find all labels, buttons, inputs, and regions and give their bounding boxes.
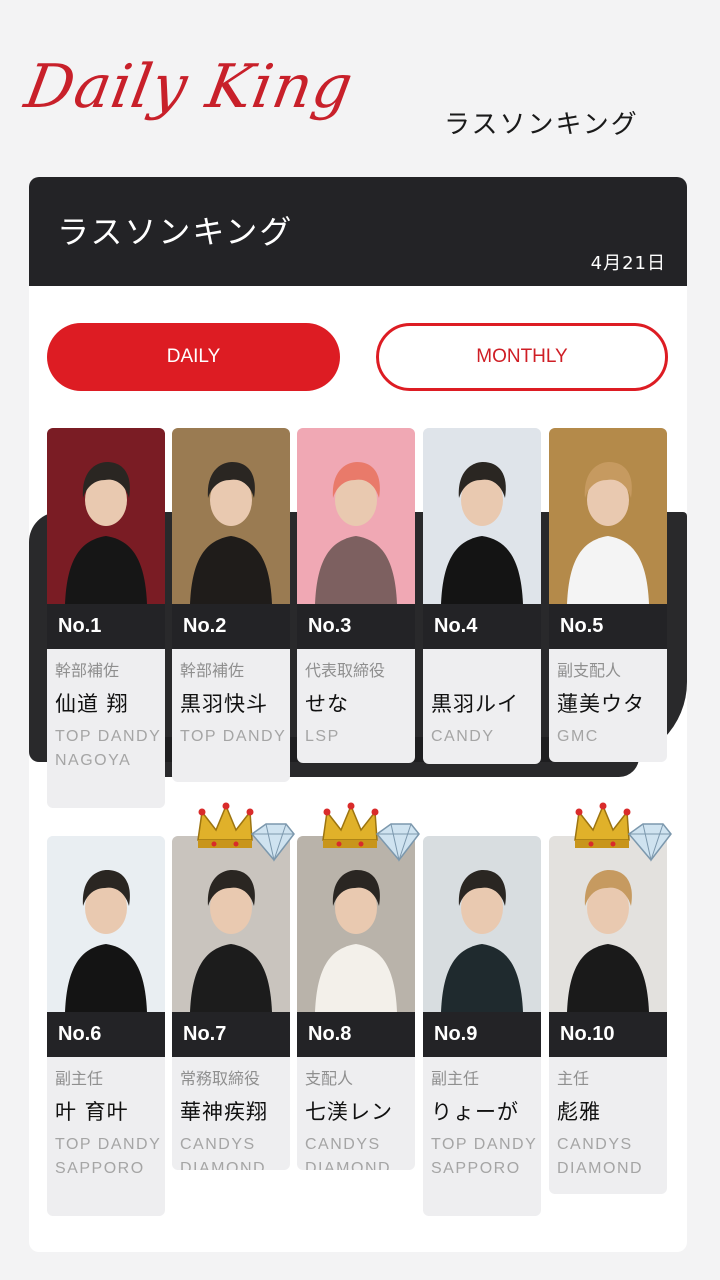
host-role: 幹部補佐 <box>180 661 245 680</box>
ranking-card[interactable]: No.5 副支配人蓮美ウタ GMC <box>549 428 667 762</box>
ranking-card[interactable]: No.10 主任彪雅 CANDYS DIAMOND <box>549 836 667 1194</box>
store-name: TOP DANDY SAPPORO <box>55 1136 161 1177</box>
ranking-card[interactable]: No.2 幹部補佐黒羽快斗 TOP DANDY <box>172 428 290 782</box>
host-name: 仙道 翔 <box>55 692 129 716</box>
host-name: 七渼レン <box>305 1100 393 1124</box>
host-role: 幹部補佐 <box>55 661 120 680</box>
ranking-card[interactable]: No.8 支配人七渼レン CANDYS DIAMOND <box>297 836 415 1170</box>
host-photo[interactable] <box>47 428 165 604</box>
host-role: 副主任 <box>55 1069 104 1088</box>
panel-title: ラスソンキング <box>57 213 294 251</box>
rank-label: No.8 <box>297 1012 415 1057</box>
host-photo[interactable] <box>423 428 541 604</box>
rank-label: No.7 <box>172 1012 290 1057</box>
store-name: CANDYS DIAMOND <box>305 1136 392 1170</box>
rank-label: No.4 <box>423 604 541 649</box>
crown-diamond-icon <box>569 800 673 864</box>
host-name: 華神疾翔 <box>180 1100 268 1124</box>
host-name: 叶 育叶 <box>55 1100 129 1124</box>
store-name: CANDY <box>431 728 495 745</box>
ranking-card[interactable]: No.6 副主任叶 育叶 TOP DANDY SAPPORO <box>47 836 165 1216</box>
host-role: 主任 <box>557 1069 590 1088</box>
header-subtitle: ラスソンキング <box>444 110 639 140</box>
ranking-card[interactable]: No.7 常務取締役華神疾翔 CANDYS DIAMOND <box>172 836 290 1170</box>
host-name: 蓮美ウタ <box>557 692 645 716</box>
daily-king-logo: Daily King <box>19 52 359 122</box>
crown-diamond-icon <box>192 800 296 864</box>
ranking-card[interactable]: No.1 幹部補佐仙道 翔 TOP DANDY NAGOYA <box>47 428 165 808</box>
host-role: 支配人 <box>305 1069 354 1088</box>
ranking-card[interactable]: No.3 代表取締役せな LSP <box>297 428 415 763</box>
host-role: 常務取締役 <box>180 1069 261 1088</box>
host-photo[interactable] <box>549 428 667 604</box>
rank-label: No.5 <box>549 604 667 649</box>
host-name: りょーが <box>431 1100 519 1124</box>
host-name: せな <box>305 692 349 716</box>
store-name: CANDYS DIAMOND <box>557 1136 644 1177</box>
rank-label: No.9 <box>423 1012 541 1057</box>
rank-label: No.3 <box>297 604 415 649</box>
tab-monthly[interactable]: MONTHLY <box>376 323 668 391</box>
ranking-date: 4月21日 <box>590 253 666 274</box>
host-photo[interactable] <box>423 836 541 1012</box>
store-name: TOP DANDY SAPPORO <box>431 1136 537 1177</box>
ranking-card[interactable]: No.4 黒羽ルイ CANDY <box>423 428 541 764</box>
store-name: TOP DANDY <box>180 728 287 745</box>
host-role: 代表取締役 <box>305 661 386 680</box>
rank-label: No.6 <box>47 1012 165 1057</box>
host-name: 黒羽ルイ <box>431 692 519 716</box>
store-name: LSP <box>305 728 340 745</box>
panel-header: ラスソンキング 4月21日 <box>29 177 687 286</box>
ranking-card[interactable]: No.9 副主任りょーが TOP DANDY SAPPORO <box>423 836 541 1216</box>
host-role: 副支配人 <box>557 661 622 680</box>
host-role: 副主任 <box>431 1069 480 1088</box>
store-name: TOP DANDY NAGOYA <box>55 728 161 769</box>
ranking-panel: ラスソンキング 4月21日 DAILY MONTHLY No.1 幹部補佐仙道 翔… <box>29 177 687 1252</box>
host-photo[interactable] <box>47 836 165 1012</box>
rank-label: No.10 <box>549 1012 667 1057</box>
rank-label: No.1 <box>47 604 165 649</box>
rank-label: No.2 <box>172 604 290 649</box>
host-photo[interactable] <box>172 428 290 604</box>
store-name: GMC <box>557 728 599 745</box>
host-photo[interactable] <box>297 428 415 604</box>
store-name: CANDYS DIAMOND <box>180 1136 267 1170</box>
host-name: 彪雅 <box>557 1100 601 1124</box>
host-name: 黒羽快斗 <box>180 692 268 716</box>
tab-daily[interactable]: DAILY <box>47 323 340 391</box>
crown-diamond-icon <box>317 800 421 864</box>
